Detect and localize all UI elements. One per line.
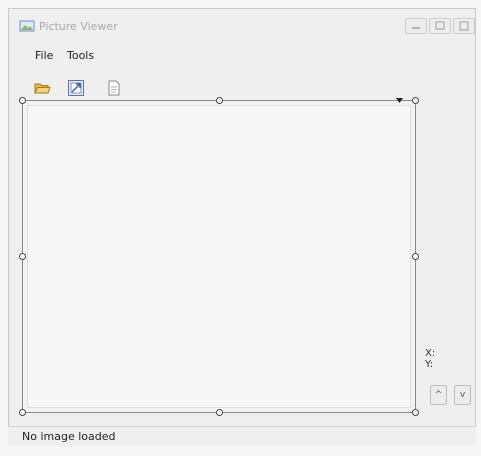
resize-handle-top-left[interactable] <box>19 97 26 104</box>
app-icon <box>19 20 35 32</box>
scroll-down-button[interactable]: v <box>454 385 471 405</box>
folder-open-icon[interactable] <box>33 79 51 97</box>
picture-box[interactable] <box>22 100 416 413</box>
x-coordinate-label: X: <box>425 348 436 359</box>
maximize-icon <box>435 21 445 30</box>
resize-handle-left[interactable] <box>19 253 26 260</box>
toolbar <box>9 79 475 101</box>
close-icon <box>459 21 469 31</box>
y-coordinate-label: Y: <box>425 359 434 370</box>
close-button[interactable] <box>453 18 475 34</box>
resize-handle-bottom-left[interactable] <box>19 409 26 416</box>
resize-handle-top[interactable] <box>216 97 223 104</box>
minimize-button[interactable] <box>405 18 427 34</box>
status-bar: No image loaded <box>8 426 476 446</box>
document-icon[interactable] <box>105 79 123 97</box>
title-bar[interactable]: Picture Viewer <box>9 9 475 41</box>
scroll-up-button[interactable]: ^ <box>430 385 447 405</box>
resize-handle-bottom-right[interactable] <box>412 409 419 416</box>
window-title: Picture Viewer <box>39 20 118 33</box>
menu-bar: File Tools <box>9 46 475 64</box>
maximize-button[interactable] <box>429 18 451 34</box>
resize-handle-bottom[interactable] <box>216 409 223 416</box>
status-text: No image loaded <box>22 430 116 443</box>
down-arrow-icon: v <box>459 390 466 400</box>
resize-handle-top-right[interactable] <box>412 97 419 104</box>
menu-tools[interactable]: Tools <box>67 49 94 62</box>
up-arrow-icon: ^ <box>434 390 443 400</box>
coordinate-labels: X: Y: <box>425 348 435 370</box>
picture-canvas <box>27 105 411 408</box>
menu-file[interactable]: File <box>35 49 53 62</box>
minimize-icon <box>412 27 420 29</box>
picture-zoom-icon[interactable] <box>67 79 85 97</box>
resize-handle-right[interactable] <box>412 253 419 260</box>
